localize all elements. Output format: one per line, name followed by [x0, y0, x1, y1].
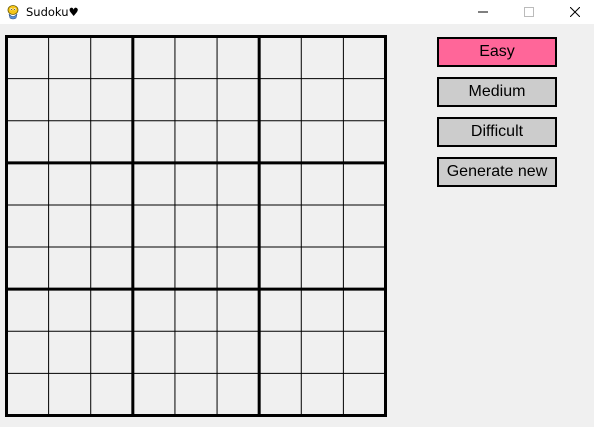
sudoku-cell[interactable]	[174, 204, 218, 248]
sudoku-cell[interactable]	[48, 247, 91, 290]
sudoku-cell[interactable]	[174, 331, 218, 374]
sudoku-cell[interactable]	[259, 162, 302, 205]
sudoku-cell[interactable]	[301, 36, 344, 79]
sudoku-cell[interactable]	[174, 247, 218, 290]
sudoku-cell[interactable]	[217, 204, 260, 248]
sudoku-cell[interactable]	[217, 36, 260, 79]
sudoku-cell[interactable]	[301, 162, 344, 205]
minimize-icon	[478, 11, 488, 13]
sudoku-cell[interactable]	[48, 162, 91, 205]
sudoku-cell[interactable]	[6, 331, 49, 374]
sudoku-cell[interactable]	[301, 289, 344, 332]
sudoku-cell[interactable]	[48, 373, 91, 416]
sudoku-cell[interactable]	[174, 78, 218, 121]
sudoku-cell[interactable]	[132, 78, 175, 121]
sudoku-window: Sudoku♥ Easy Medium Difficult Generate n…	[0, 0, 594, 427]
sudoku-cell[interactable]	[259, 36, 302, 79]
sudoku-cell[interactable]	[343, 331, 386, 374]
sudoku-cell[interactable]	[217, 331, 260, 374]
sudoku-cell[interactable]	[6, 36, 49, 79]
sudoku-cell[interactable]	[90, 78, 133, 121]
sudoku-cell[interactable]	[90, 247, 133, 290]
sudoku-cell[interactable]	[6, 204, 49, 248]
sudoku-cell[interactable]	[217, 120, 260, 163]
sudoku-cell[interactable]	[343, 204, 386, 248]
sudoku-cell[interactable]	[259, 78, 302, 121]
sudoku-cell[interactable]	[90, 289, 133, 332]
sudoku-grid	[5, 35, 387, 417]
easy-button[interactable]: Easy	[437, 37, 557, 67]
sudoku-cell[interactable]	[259, 373, 302, 416]
sudoku-cell[interactable]	[48, 289, 91, 332]
close-button[interactable]	[552, 0, 594, 24]
sudoku-cell[interactable]	[132, 331, 175, 374]
title-bar[interactable]: Sudoku♥	[0, 0, 594, 24]
sudoku-cell[interactable]	[6, 78, 49, 121]
sudoku-cell[interactable]	[217, 162, 260, 205]
sudoku-cell[interactable]	[90, 373, 133, 416]
close-icon	[570, 7, 580, 17]
generate-new-button[interactable]: Generate new	[437, 157, 557, 187]
sudoku-cell[interactable]	[132, 247, 175, 290]
sudoku-cell[interactable]	[217, 373, 260, 416]
sudoku-cell[interactable]	[343, 78, 386, 121]
sudoku-cell[interactable]	[174, 289, 218, 332]
difficult-button[interactable]: Difficult	[437, 117, 557, 147]
sudoku-cell[interactable]	[217, 78, 260, 121]
sudoku-cell[interactable]	[90, 162, 133, 205]
sudoku-cell[interactable]	[6, 120, 49, 163]
sudoku-cell[interactable]	[217, 247, 260, 290]
medium-button[interactable]: Medium	[437, 77, 557, 107]
sudoku-cell[interactable]	[343, 36, 386, 79]
sudoku-cell[interactable]	[259, 331, 302, 374]
sudoku-cell[interactable]	[343, 162, 386, 205]
sudoku-cell[interactable]	[48, 204, 91, 248]
sudoku-cell[interactable]	[6, 373, 49, 416]
sudoku-cell[interactable]	[6, 247, 49, 290]
sudoku-cell[interactable]	[259, 247, 302, 290]
sudoku-cell[interactable]	[259, 289, 302, 332]
sudoku-cell[interactable]	[301, 247, 344, 290]
sudoku-cell[interactable]	[132, 36, 175, 79]
sudoku-cell[interactable]	[301, 204, 344, 248]
maximize-button[interactable]	[506, 0, 552, 24]
sudoku-cell[interactable]	[90, 204, 133, 248]
sudoku-cell[interactable]	[174, 36, 218, 79]
sudoku-cell[interactable]	[343, 373, 386, 416]
window-title: Sudoku♥	[26, 5, 79, 19]
sudoku-cell[interactable]	[174, 162, 218, 205]
sudoku-cell[interactable]	[90, 331, 133, 374]
sudoku-cell[interactable]	[217, 289, 260, 332]
sudoku-cell[interactable]	[259, 120, 302, 163]
sudoku-cell[interactable]	[132, 204, 175, 248]
sudoku-cell[interactable]	[132, 373, 175, 416]
minimize-button[interactable]	[460, 0, 506, 24]
sudoku-cell[interactable]	[343, 289, 386, 332]
sudoku-board	[5, 35, 387, 417]
sudoku-cell[interactable]	[132, 120, 175, 163]
sudoku-cell[interactable]	[343, 247, 386, 290]
sudoku-cell[interactable]	[48, 78, 91, 121]
sudoku-cell[interactable]	[174, 373, 218, 416]
sudoku-cell[interactable]	[301, 331, 344, 374]
sudoku-cell[interactable]	[174, 120, 218, 163]
sudoku-cell[interactable]	[301, 78, 344, 121]
sudoku-cell[interactable]	[48, 120, 91, 163]
sudoku-cell[interactable]	[6, 162, 49, 205]
maximize-icon	[524, 7, 534, 17]
sudoku-cell[interactable]	[90, 36, 133, 79]
sudoku-cell[interactable]	[48, 36, 91, 79]
sudoku-cell[interactable]	[6, 289, 49, 332]
sudoku-cell[interactable]	[90, 120, 133, 163]
sudoku-cell[interactable]	[132, 289, 175, 332]
snake-icon	[5, 4, 21, 20]
sudoku-cell[interactable]	[343, 120, 386, 163]
sudoku-cell[interactable]	[301, 373, 344, 416]
sudoku-cell[interactable]	[132, 162, 175, 205]
sudoku-cell[interactable]	[259, 204, 302, 248]
sudoku-cell[interactable]	[301, 120, 344, 163]
sudoku-cell[interactable]	[48, 331, 91, 374]
